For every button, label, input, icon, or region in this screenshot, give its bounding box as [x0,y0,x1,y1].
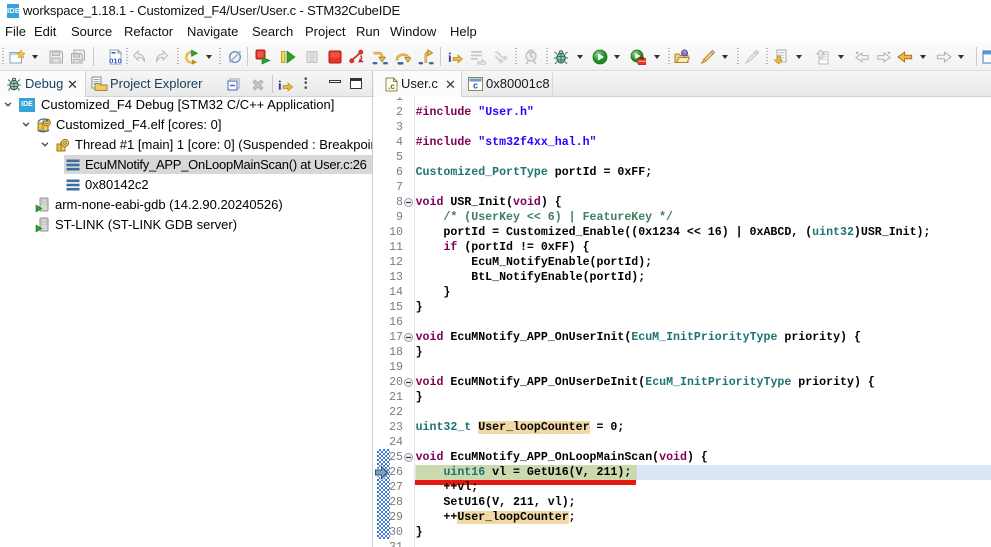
svg-text:.c: .c [388,82,395,91]
svg-text:i: i [278,78,282,93]
svg-text:i: i [448,50,452,65]
svg-text:010: 010 [109,57,122,66]
svg-text:c: c [473,81,478,91]
